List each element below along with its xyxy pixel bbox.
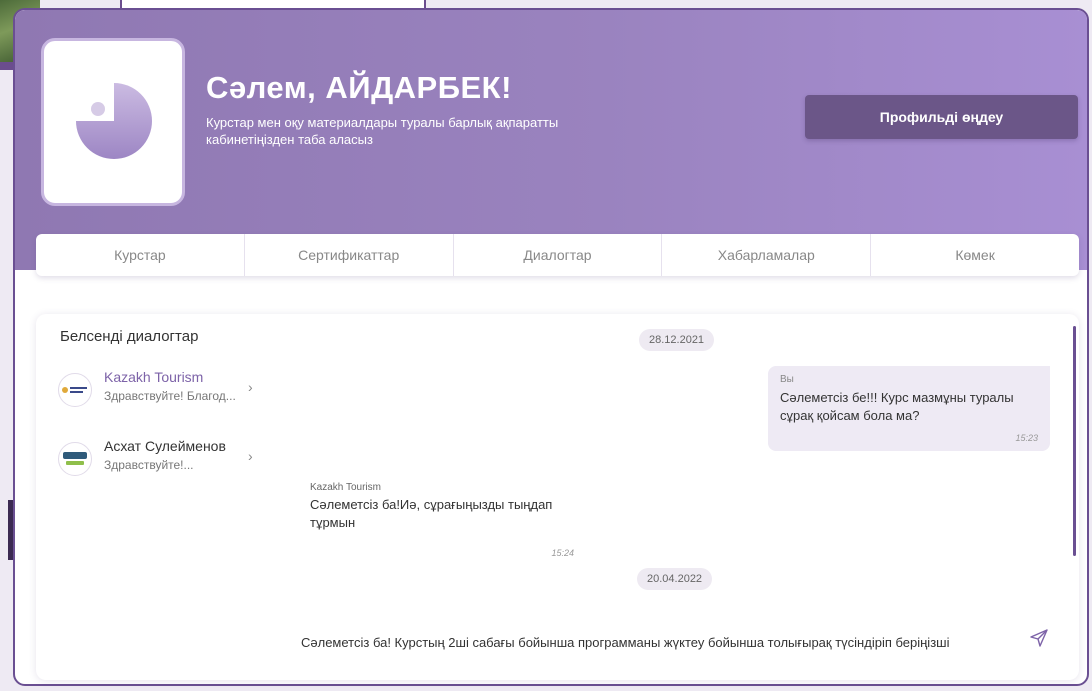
dialog-preview: Здравствуйте! Благод...: [104, 389, 236, 403]
dialog-name: Асхат Сулейменов: [104, 438, 226, 454]
dialog-preview: Здравствуйте!...: [104, 458, 194, 472]
chevron-right-icon: ›: [248, 448, 253, 464]
chat-scrollbar[interactable]: [1073, 326, 1076, 556]
tab-courses[interactable]: Курстар: [36, 234, 245, 276]
dialog-item-kazakh-tourism[interactable]: Kazakh Tourism Здравствуйте! Благод... ›: [58, 369, 268, 413]
message-text: Сәлеметсіз ба!Иә, сұрағыңызды тыңдап тұр…: [310, 497, 553, 530]
chevron-right-icon: ›: [248, 379, 253, 395]
tab-notifications[interactable]: Хабарламалар: [662, 234, 872, 276]
incoming-message: Kazakh Tourism Сәлеметсіз ба!Иә, сұрағың…: [310, 482, 580, 558]
date-chip: 28.12.2021: [639, 329, 715, 351]
cseed-logo-icon: [58, 442, 92, 476]
message-input[interactable]: Сәлеметсіз ба! Курстың 2ші сабағы бойынш…: [301, 635, 949, 650]
kazakh-tourism-logo-icon: [58, 373, 92, 407]
outgoing-message: Вы Сәлеметсіз бе!!! Курс мазмұны туралы …: [768, 366, 1050, 451]
tab-bar: Курстар Сертификаттар Диалогтар Хабарлам…: [36, 234, 1079, 276]
active-dialogs-title: Белсенді диалогтар: [60, 328, 199, 345]
edit-profile-button[interactable]: Профильді өңдеу: [805, 95, 1078, 139]
message-sender: Вы: [780, 374, 794, 385]
page-subtitle: Курстар мен оқу материалдары туралы барл…: [206, 115, 559, 147]
message-sender: Kazakh Tourism: [310, 482, 381, 493]
message-time: 15:24: [551, 548, 574, 558]
tab-dialogs[interactable]: Диалогтар: [454, 234, 663, 276]
avatar[interactable]: [41, 38, 185, 206]
message-text: Сәлеметсіз бе!!! Курс мазмұны туралы сұр…: [780, 390, 1014, 423]
avatar-logo-icon: [76, 83, 152, 159]
send-button[interactable]: [1029, 628, 1051, 650]
tab-help[interactable]: Көмек: [871, 234, 1079, 276]
tab-certificates[interactable]: Сертификаттар: [245, 234, 454, 276]
message-time: 15:23: [1015, 433, 1038, 443]
page-title: Сәлем, АЙДАРБЕК!: [206, 70, 512, 105]
date-chip: 20.04.2022: [637, 568, 713, 590]
dialog-item-askhat[interactable]: Асхат Сулейменов Здравствуйте!... ›: [58, 438, 268, 482]
dialog-name: Kazakh Tourism: [104, 369, 204, 385]
send-icon: [1030, 629, 1048, 647]
